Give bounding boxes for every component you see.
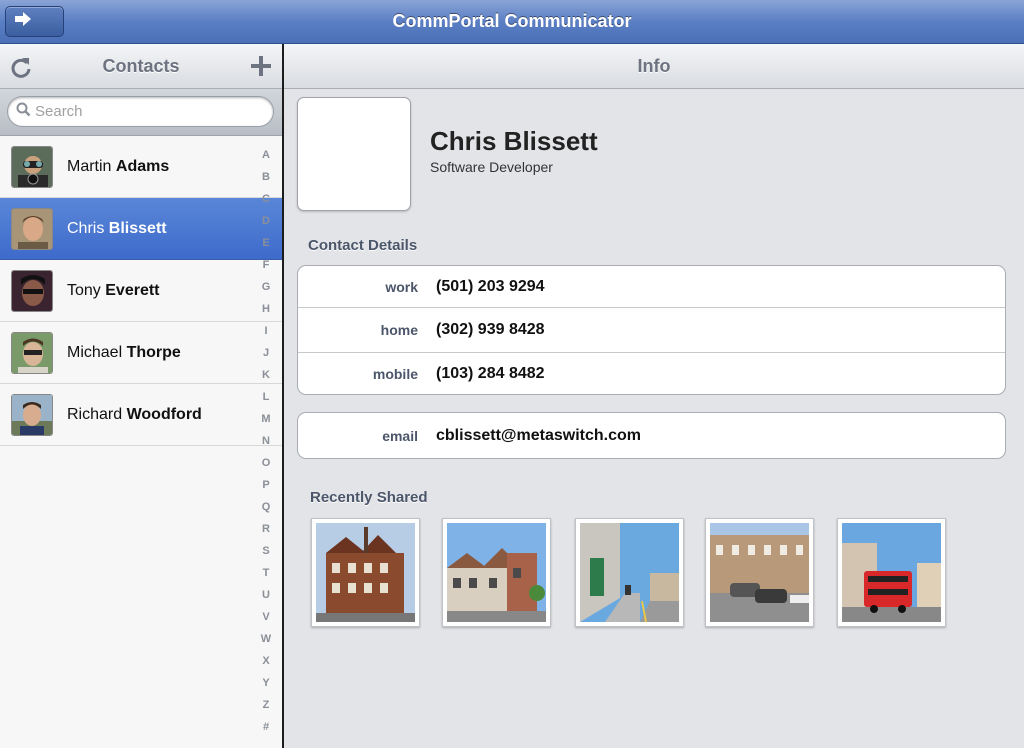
refresh-icon [9,58,33,83]
index-letter[interactable]: I [256,320,276,342]
index-letter[interactable]: W [256,628,276,650]
index-letter[interactable]: # [256,716,276,738]
phone-row-work[interactable]: work (501) 203 9294 [298,266,1005,308]
index-letter[interactable]: T [256,562,276,584]
index-letter[interactable]: G [256,276,276,298]
index-letter[interactable]: X [256,650,276,672]
contact-photo-placeholder[interactable] [297,97,411,211]
phone-value[interactable]: (501) 203 9294 [436,278,545,296]
index-letter[interactable]: P [256,474,276,496]
email-row[interactable]: email cblissett@metaswitch.com [298,413,1005,458]
email-label: email [382,427,418,444]
contact-list: Martin Adams Chris Blissett Tony Everett… [0,136,282,446]
contact-name: Chris Blissett [67,219,167,237]
recently-shared-heading: Recently Shared [310,489,428,506]
app-title: CommPortal Communicator [392,11,632,31]
index-letter[interactable]: H [256,298,276,320]
contact-name: Richard Woodford [67,405,202,423]
phone-label: mobile [372,365,418,382]
shared-photo-thumbnail[interactable] [442,518,551,627]
contact-details-heading: Contact Details [308,237,418,254]
index-letter[interactable]: Q [256,496,276,518]
contact-name: Tony Everett [67,281,160,299]
search-input[interactable] [35,103,255,120]
email-value[interactable]: cblissett@metaswitch.com [436,427,641,445]
phone-row-mobile[interactable]: mobile (103) 284 8482 [298,353,1005,394]
search-bar [0,89,282,136]
index-letter[interactable]: L [256,386,276,408]
contacts-header-bar: Contacts [0,44,282,89]
phone-label: work [385,278,418,295]
index-letter[interactable]: C [256,188,276,210]
avatar [11,269,53,312]
info-header-bar: Info [284,44,1024,89]
index-letter[interactable]: F [256,254,276,276]
contact-name: Martin Adams [67,157,170,175]
index-letter[interactable]: J [256,342,276,364]
index-letter[interactable]: D [256,210,276,232]
contact-job-title: Software Developer [430,159,553,175]
refresh-button[interactable] [9,55,33,79]
avatar [11,331,53,374]
alphabet-index[interactable]: A B C D E F G H I J K L M N O P Q R S T … [256,144,276,738]
phone-label: home [380,322,418,338]
info-header-title: Info [637,56,671,76]
index-letter[interactable]: M [256,408,276,430]
shared-photo-thumbnail[interactable] [311,518,420,627]
index-letter[interactable]: U [256,584,276,606]
index-letter[interactable]: S [256,540,276,562]
phone-value[interactable]: (103) 284 8482 [436,365,545,383]
index-letter[interactable]: O [256,452,276,474]
phone-value[interactable]: (302) 939 8428 [436,321,545,339]
contacts-pane: Contacts Search Martin Adams Chris Bliss… [0,44,282,748]
index-letter[interactable]: K [256,364,276,386]
shared-photo-thumbnail[interactable] [705,518,814,627]
contact-row-richard-woodford[interactable]: Richard Woodford [0,384,282,446]
title-bar: CommPortal Communicator [0,0,1024,44]
phone-group: work (501) 203 9294 home (302) 939 8428 … [297,265,1006,395]
index-letter[interactable]: V [256,606,276,628]
index-letter[interactable]: E [256,232,276,254]
shared-photo-thumbnail[interactable] [837,518,946,627]
avatar [11,145,53,188]
contact-full-name: Chris Blissett [430,126,598,156]
contact-row-martin-adams[interactable]: Martin Adams [0,136,282,198]
info-pane: Info Chris Blissett Software Developer C… [284,44,1024,748]
index-letter[interactable]: Z [256,694,276,716]
shared-photo-thumbnail[interactable] [575,518,684,627]
contact-row-michael-thorpe[interactable]: Michael Thorpe [0,322,282,384]
avatar [11,207,53,250]
index-letter[interactable]: Y [256,672,276,694]
avatar [11,393,53,436]
add-contact-button[interactable] [250,55,272,77]
contacts-header-title: Contacts [102,56,180,76]
magnifier-icon [16,102,31,122]
phone-row-home[interactable]: home (302) 939 8428 [298,308,1005,353]
index-letter[interactable]: A [256,144,276,166]
contact-name: Michael Thorpe [67,343,181,361]
contact-row-chris-blissett[interactable]: Chris Blissett [0,198,282,260]
contact-row-tony-everett[interactable]: Tony Everett [0,260,282,322]
index-letter[interactable]: B [256,166,276,188]
index-letter[interactable]: N [256,430,276,452]
index-letter[interactable]: R [256,518,276,540]
email-group: email cblissett@metaswitch.com [297,412,1006,459]
search-field[interactable] [7,96,274,127]
